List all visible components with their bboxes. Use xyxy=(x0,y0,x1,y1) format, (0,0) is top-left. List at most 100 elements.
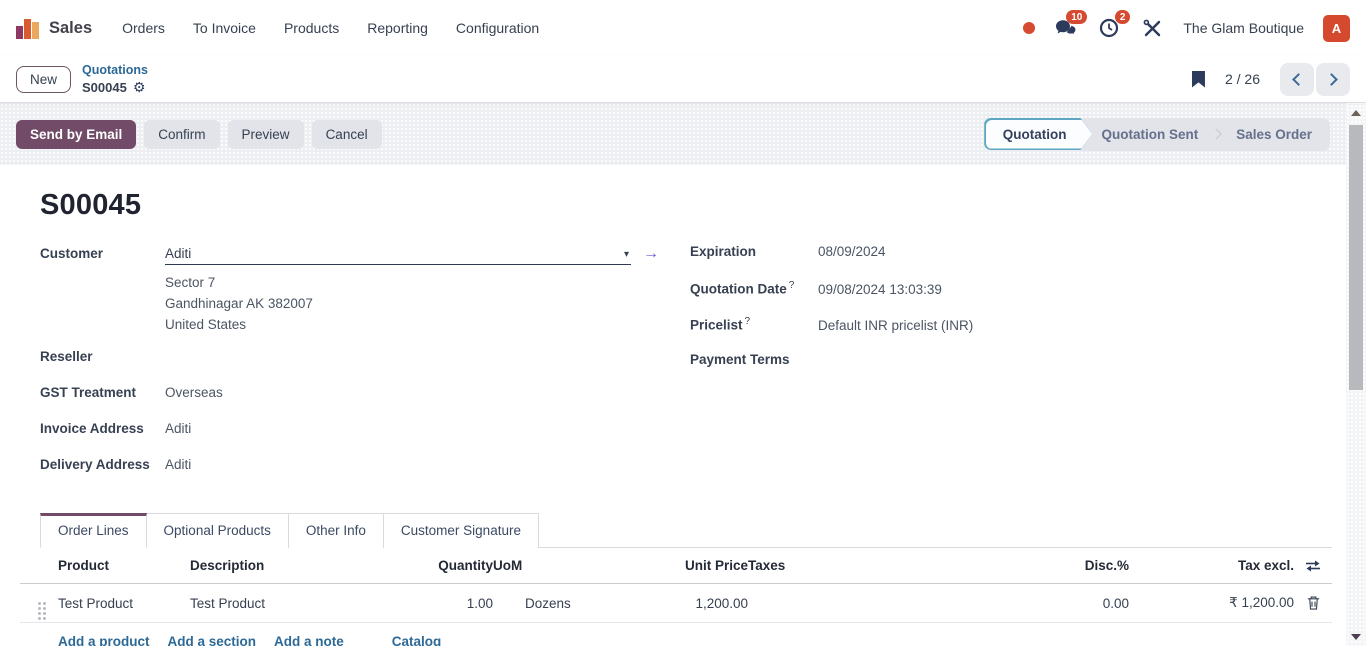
header-taxes: Taxes xyxy=(748,548,1009,583)
quotation-date-label-text: Quotation Date xyxy=(690,282,787,297)
menu-configuration[interactable]: Configuration xyxy=(456,20,539,36)
confirm-button[interactable]: Confirm xyxy=(144,120,219,149)
breadcrumb: Quotations S00045 ⚙ xyxy=(82,62,148,96)
dropdown-caret-icon[interactable]: ▾ xyxy=(622,249,631,260)
pricelist-value[interactable]: Default INR pricelist (INR) xyxy=(818,318,973,333)
quotation-date-label: Quotation Date? xyxy=(690,280,818,297)
navbar-systray: 10 2 The Glam Boutique A xyxy=(1023,15,1350,42)
table-row[interactable]: Test Product Test Product 1.00 Dozens 1,… xyxy=(20,584,1332,623)
state-quotation-sent[interactable]: Quotation Sent xyxy=(1081,120,1216,149)
add-a-section-link[interactable]: Add a section xyxy=(168,634,257,646)
payment-terms-label: Payment Terms xyxy=(690,352,818,367)
address-line: United States xyxy=(165,314,662,335)
expiration-value[interactable]: 08/09/2024 xyxy=(818,244,886,259)
gst-treatment-value[interactable]: Overseas xyxy=(165,385,223,400)
pricelist-label-text: Pricelist xyxy=(690,318,743,333)
cell-disc[interactable]: 0.00 xyxy=(1009,596,1129,611)
chevron-right-icon xyxy=(1325,73,1338,86)
help-marker: ? xyxy=(745,316,751,327)
activities-count-badge: 2 xyxy=(1115,10,1131,24)
header-uom: UoM xyxy=(493,548,673,583)
reseller-label: Reseller xyxy=(40,349,165,364)
delivery-address-label: Delivery Address xyxy=(40,457,165,472)
pager-count: 2 / 26 xyxy=(1225,71,1260,87)
messages-count-badge: 10 xyxy=(1066,10,1087,24)
notification-dot-icon xyxy=(1023,22,1035,34)
scroll-down-arrow-icon[interactable] xyxy=(1351,634,1361,640)
state-sales-order[interactable]: Sales Order xyxy=(1216,120,1330,149)
invoice-address-value[interactable]: Aditi xyxy=(165,421,191,436)
gst-treatment-label: GST Treatment xyxy=(40,385,165,400)
header-description: Description xyxy=(190,548,390,583)
tab-other-info[interactable]: Other Info xyxy=(289,513,384,548)
state-quotation-active[interactable]: Quotation xyxy=(984,118,1092,150)
state-pipeline: Quotation Quotation Sent Sales Order xyxy=(984,118,1330,151)
fields-left-column: Customer ▾ → Sector 7 Gandhinagar AK 382… xyxy=(40,244,662,493)
menu-to-invoice[interactable]: To Invoice xyxy=(193,20,256,36)
debug-tools-icon[interactable] xyxy=(1140,17,1164,39)
table-header-row: Product Description Quantity UoM Unit Pr… xyxy=(20,548,1332,584)
catalog-link[interactable]: Catalog xyxy=(392,634,442,646)
add-a-note-link[interactable]: Add a note xyxy=(274,634,344,646)
activities-clock-icon[interactable]: 2 xyxy=(1097,17,1121,39)
customer-input[interactable] xyxy=(165,244,622,264)
cancel-button[interactable]: Cancel xyxy=(312,120,382,149)
user-avatar[interactable]: A xyxy=(1323,15,1350,42)
form-sheet: S00045 Customer ▾ → Sector 7 Gandhinag xyxy=(0,165,1346,646)
tab-customer-signature[interactable]: Customer Signature xyxy=(384,513,539,548)
cell-product[interactable]: Test Product xyxy=(58,596,190,611)
cell-quantity[interactable]: 1.00 xyxy=(390,596,493,611)
header-unit-price: Unit Price xyxy=(673,548,748,583)
add-a-product-link[interactable]: Add a product xyxy=(58,634,150,646)
pricelist-label: Pricelist? xyxy=(690,316,818,333)
form-statusbar: Send by Email Confirm Preview Cancel Quo… xyxy=(0,103,1346,165)
header-disc: Disc.% xyxy=(1009,548,1129,583)
tab-order-lines[interactable]: Order Lines xyxy=(40,513,147,548)
customer-field: ▾ xyxy=(165,244,631,265)
tab-optional-products[interactable]: Optional Products xyxy=(147,513,289,548)
scroll-up-arrow-icon[interactable] xyxy=(1351,110,1361,116)
breadcrumb-quotations-link[interactable]: Quotations xyxy=(82,62,148,79)
main-menu: Orders To Invoice Products Reporting Con… xyxy=(122,20,539,36)
pager-previous-button[interactable] xyxy=(1280,63,1314,96)
scrollbar-thumb[interactable] xyxy=(1349,125,1363,390)
breadcrumb-current-label: S00045 xyxy=(82,79,127,97)
preview-button[interactable]: Preview xyxy=(228,120,304,149)
menu-reporting[interactable]: Reporting xyxy=(367,20,428,36)
state-grey-group: Quotation Sent Sales Order xyxy=(1081,118,1330,151)
chevron-left-icon xyxy=(1292,73,1305,86)
odoo-sales-app-icon xyxy=(16,17,39,39)
breadcrumb-current: S00045 ⚙ xyxy=(82,79,148,97)
action-buttons: Send by Email Confirm Preview Cancel xyxy=(16,120,382,149)
cell-unit-price[interactable]: 1,200.00 xyxy=(673,596,748,611)
menu-orders[interactable]: Orders xyxy=(122,20,165,36)
drag-handle-icon xyxy=(38,602,41,605)
app-brand[interactable]: Sales xyxy=(16,17,92,39)
new-button[interactable]: New xyxy=(16,66,71,93)
help-marker: ? xyxy=(789,280,795,291)
send-by-email-button[interactable]: Send by Email xyxy=(16,120,136,149)
vertical-scrollbar[interactable] xyxy=(1346,104,1366,646)
company-name[interactable]: The Glam Boutique xyxy=(1183,20,1304,36)
cell-subtotal: ₹ 1,200.00 xyxy=(1129,595,1294,611)
cell-uom[interactable]: Dozens xyxy=(493,596,673,611)
cell-description[interactable]: Test Product xyxy=(190,596,390,611)
messages-icon[interactable]: 10 xyxy=(1054,17,1078,39)
pager-next-button[interactable] xyxy=(1316,63,1350,96)
delivery-address-value[interactable]: Aditi xyxy=(165,457,191,472)
optional-columns-icon[interactable] xyxy=(1294,549,1332,583)
gear-icon[interactable]: ⚙ xyxy=(133,80,146,94)
invoice-address-label: Invoice Address xyxy=(40,421,165,436)
row-drag-handle[interactable] xyxy=(20,594,58,612)
quotation-date-value[interactable]: 09/08/2024 13:03:39 xyxy=(818,282,942,297)
fields-right-column: Expiration 08/09/2024 Quotation Date? 09… xyxy=(662,244,1332,493)
header-product: Product xyxy=(58,548,190,583)
header-tax-excl: Tax excl. xyxy=(1129,548,1294,583)
delete-row-button[interactable] xyxy=(1294,595,1332,611)
customer-address: Sector 7 Gandhinagar AK 382007 United St… xyxy=(165,272,662,335)
bookmark-icon[interactable] xyxy=(1192,71,1205,88)
handle-column xyxy=(20,556,58,576)
menu-products[interactable]: Products xyxy=(284,20,339,36)
internal-link-arrow-icon[interactable]: → xyxy=(643,246,659,262)
top-navbar: Sales Orders To Invoice Products Reporti… xyxy=(0,0,1366,56)
